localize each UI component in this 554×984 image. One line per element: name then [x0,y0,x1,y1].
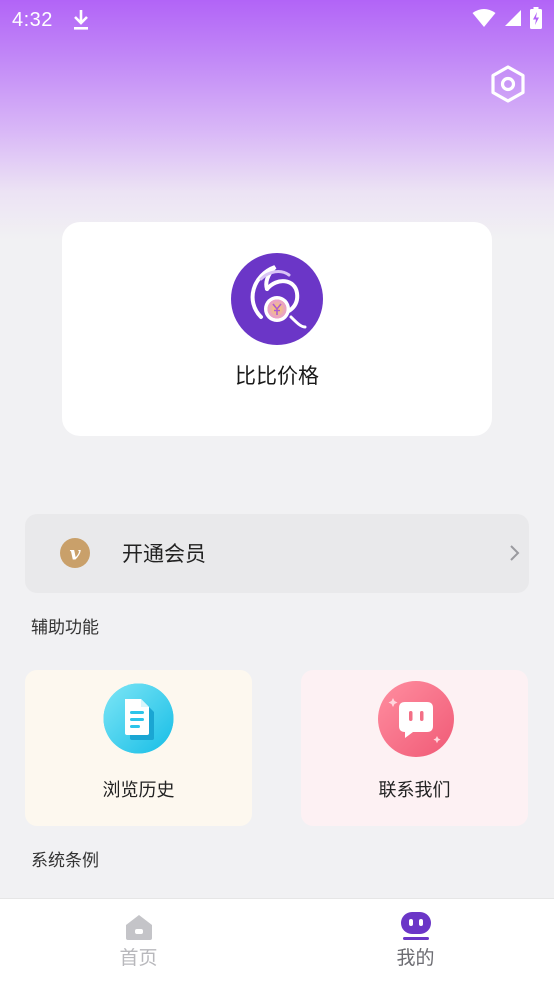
download-icon [71,8,91,32]
document-icon [103,683,174,754]
chat-icon [377,680,455,758]
settings-hexagon-icon [491,65,525,103]
battery-charging-icon [530,7,542,33]
nav-tab-mine[interactable]: 我的 [277,899,554,984]
status-indicators [472,7,542,33]
app-logo [231,253,323,345]
nav-label-mine: 我的 [396,947,435,969]
open-membership-row[interactable]: v 开通会员 [25,514,529,593]
contact-us-label: 联系我们 [378,780,451,801]
status-bar: 4:32 [0,0,554,40]
svg-text:v: v [69,543,81,565]
home-icon [123,913,155,941]
signal-icon [504,9,522,31]
membership-label: 开通会员 [122,542,206,566]
nav-tab-home[interactable]: 首页 [0,899,277,984]
chevron-right-icon [507,543,523,563]
wifi-icon [472,8,496,32]
contact-us-card[interactable]: 联系我们 [301,670,528,826]
section-title-assist: 辅助功能 [31,618,99,638]
vip-badge-icon: v [59,537,91,569]
profile-screen: 4:32 比比价格 v 开通会员 辅助功能 浏览历史 联系我们 系统条例 首页 … [0,0,554,984]
status-time: 4:32 [12,8,53,31]
nav-label-home: 首页 [119,947,158,969]
section-title-terms: 系统条例 [31,851,99,871]
app-name: 比比价格 [235,364,319,388]
browse-history-label: 浏览历史 [102,780,175,801]
profile-face-icon [399,911,433,941]
profile-card: 比比价格 [62,222,492,436]
browse-history-card[interactable]: 浏览历史 [25,670,252,826]
settings-button[interactable] [486,62,530,106]
bottom-navigation: 首页 我的 [0,898,554,984]
